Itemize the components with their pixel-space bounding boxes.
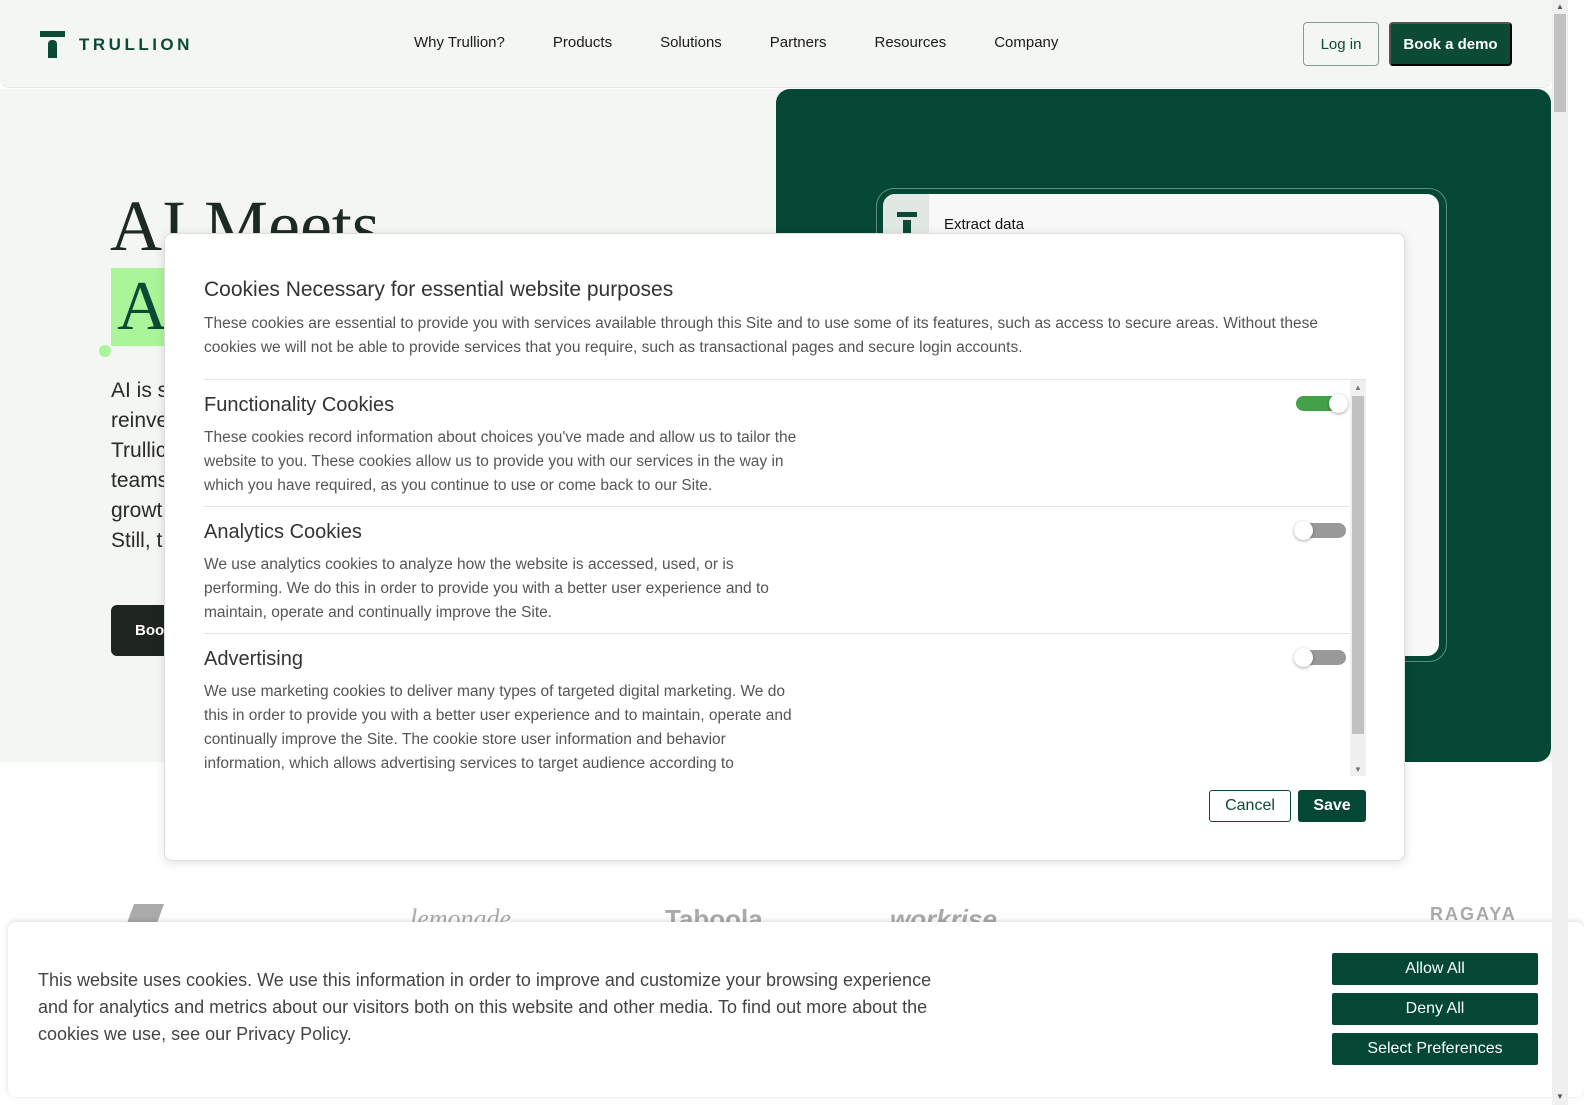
mockup-title: Extract data	[944, 216, 1025, 233]
functionality-cookies-section: Functionality Cookies These cookies reco…	[204, 380, 1350, 507]
scroll-down-icon[interactable]: ▼	[1354, 765, 1362, 774]
nav-company[interactable]: Company	[994, 34, 1058, 51]
toggle-knob	[1329, 394, 1348, 413]
section-title: Advertising	[204, 648, 303, 670]
list-scrollbar[interactable]: ▲ ▼	[1350, 380, 1366, 776]
highlight-dot	[99, 345, 111, 357]
nav-solutions[interactable]: Solutions	[660, 34, 722, 51]
lead-line: AI is s	[111, 379, 169, 402]
deny-all-button[interactable]: Deny All	[1332, 993, 1538, 1025]
logo-icon	[897, 212, 917, 234]
advertising-cookies-section: Advertising We use marketing cookies to …	[204, 634, 1350, 772]
scrollbar-thumb[interactable]	[1352, 396, 1364, 734]
select-preferences-button[interactable]: Select Preferences	[1332, 1033, 1538, 1065]
lead-line: Trullic	[111, 439, 167, 462]
toggle-knob	[1294, 521, 1313, 540]
advertising-toggle[interactable]	[1294, 648, 1346, 667]
analytics-toggle[interactable]	[1294, 521, 1346, 540]
section-desc: We use analytics cookies to analyze how …	[204, 556, 769, 621]
trullion-logo[interactable]: TRULLION	[40, 31, 193, 58]
lead-line: reinve	[111, 409, 169, 432]
scroll-down-icon[interactable]: ▼	[1556, 1092, 1564, 1101]
section-title: Analytics Cookies	[204, 521, 362, 543]
nav-why-trullion[interactable]: Why Trullion?	[414, 34, 505, 51]
hero-highlight: A	[111, 268, 171, 346]
analytics-cookies-section: Analytics Cookies We use analytics cooki…	[204, 507, 1350, 634]
site-header: TRULLION Why Trullion? Products Solution…	[0, 0, 1552, 88]
nav-partners[interactable]: Partners	[770, 34, 827, 51]
section-title: Functionality Cookies	[204, 394, 395, 416]
allow-all-button[interactable]: Allow All	[1332, 953, 1538, 985]
cookie-preferences-modal: Cookies Necessary for essential website …	[164, 233, 1405, 861]
page-scrollbar[interactable]: ▲ ▼	[1552, 0, 1568, 1105]
cookie-categories-list: Functionality Cookies These cookies reco…	[204, 379, 1366, 776]
functionality-toggle[interactable]	[1296, 394, 1348, 413]
scrollbar-thumb[interactable]	[1554, 14, 1566, 112]
section-desc: We use marketing cookies to deliver many…	[204, 683, 792, 772]
cancel-button[interactable]: Cancel	[1209, 790, 1291, 822]
login-button[interactable]: Log in	[1303, 22, 1379, 66]
logo-icon	[40, 31, 65, 58]
toggle-knob	[1294, 648, 1313, 667]
save-button[interactable]: Save	[1298, 790, 1366, 822]
book-demo-button[interactable]: Book a demo	[1389, 22, 1512, 66]
section-desc: These cookies record information about c…	[204, 429, 797, 494]
scroll-up-icon[interactable]: ▲	[1354, 383, 1362, 392]
lead-line: growt	[111, 499, 163, 522]
hero-lead: AI is s reinve Trullic teams growt Still…	[111, 376, 171, 556]
nav-products[interactable]: Products	[553, 34, 612, 51]
scroll-up-icon[interactable]: ▲	[1556, 2, 1564, 11]
necessary-cookies-title: Cookies Necessary for essential website …	[204, 278, 674, 301]
necessary-cookies-desc: These cookies are essential to provide y…	[204, 315, 1318, 356]
nav-resources[interactable]: Resources	[875, 34, 947, 51]
main-nav: Why Trullion? Products Solutions Partner…	[414, 34, 1058, 51]
lead-line: teams	[111, 469, 169, 492]
lead-line: Still, t	[111, 529, 163, 552]
cookie-banner: This website uses cookies. We use this i…	[8, 922, 1584, 1097]
cookie-banner-text: This website uses cookies. We use this i…	[38, 970, 932, 1044]
